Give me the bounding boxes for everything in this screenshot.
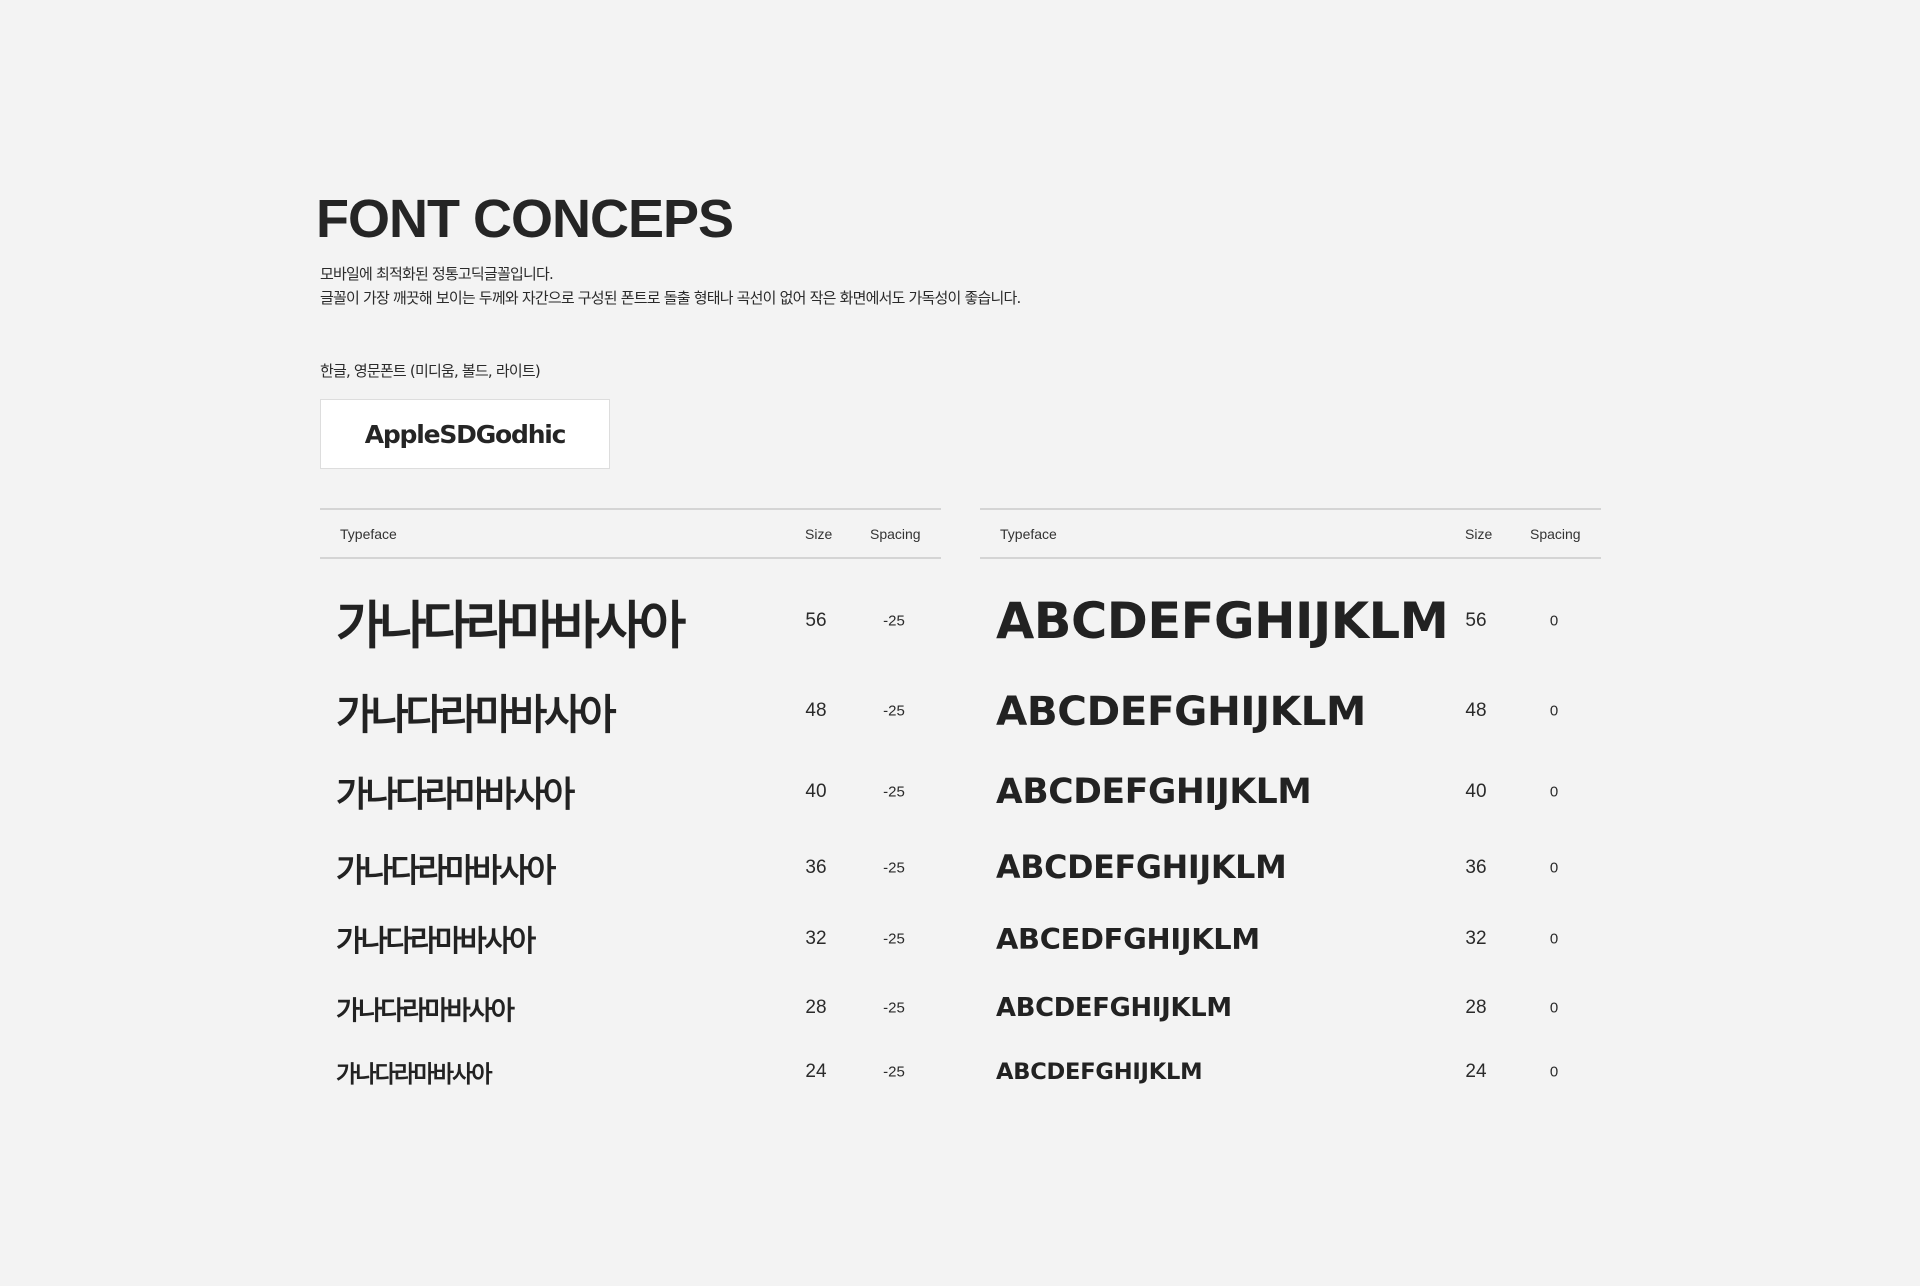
size-value: 28 — [805, 997, 827, 1018]
size-value: 36 — [805, 857, 827, 878]
spacing-value: 0 — [1549, 702, 1559, 720]
size-value: 24 — [805, 1061, 827, 1082]
size-column-header: Size — [1465, 526, 1493, 542]
spacing-value: -25 — [883, 702, 905, 720]
size-value: 40 — [805, 781, 827, 802]
spacing-value: -25 — [883, 999, 905, 1017]
table-header: Typeface Size Spacing — [980, 508, 1601, 559]
size-value: 32 — [805, 928, 827, 949]
size-value: 32 — [1465, 928, 1487, 949]
typeface-sample: ABCDEFGHIJKLM — [996, 850, 1287, 886]
typeface-sample: ABCDEFGHIJKLM — [996, 592, 1449, 650]
spacing-value: 0 — [1549, 783, 1559, 801]
typeface-sample: 가나다라마바사아 — [336, 774, 575, 816]
spacing-value: 0 — [1549, 1063, 1559, 1081]
spacing-value: 0 — [1549, 999, 1559, 1017]
spacing-value: -25 — [883, 859, 905, 877]
description-line: 글꼴이 가장 깨끗해 보이는 두께와 자간으로 구성된 폰트로 돌출 형태나 곡… — [320, 289, 1021, 307]
typeface-sample: ABCEDFGHIJKLM — [996, 922, 1260, 956]
description-line: 모바일에 최적화된 정통고딕글꼴입니다. — [320, 265, 554, 283]
font-name-card: AppleSDGodhic — [320, 399, 610, 469]
spacing-column-header: Spacing — [1530, 526, 1581, 542]
korean-typeface-table: Typeface Size Spacing 가나다라마바사아 56 -25 가나다라마… — [320, 508, 941, 1088]
typeface-sample: 가나다라마바사아 — [336, 924, 536, 958]
page-title: FONT CONCEPS — [316, 189, 734, 249]
size-value: 36 — [1465, 857, 1487, 878]
font-weights-note: 한글, 영문폰트 (미디움, 볼드, 라이트) — [320, 362, 541, 380]
spacing-value: -25 — [883, 783, 905, 801]
size-value: 28 — [1465, 997, 1487, 1018]
typeface-sample: 가나다라마바사아 — [336, 691, 617, 739]
font-name-label: AppleSDGodhic — [364, 419, 567, 449]
spacing-value: -25 — [883, 1063, 905, 1081]
typeface-sample: ABCDEFGHIJKLM — [996, 772, 1312, 812]
typeface-sample: 가나다라마바사아 — [336, 851, 556, 890]
typeface-column-header: Typeface — [1000, 526, 1057, 542]
description: 모바일에 최적화된 정통고딕글꼴입니다. 글꼴이 가장 깨끗해 보이는 두께와 … — [320, 262, 1021, 310]
typeface-sample: ABCDEFGHIJKLM — [996, 687, 1366, 735]
spacing-value: 0 — [1549, 612, 1559, 630]
spacing-value: -25 — [883, 612, 905, 630]
typeface-sample: 가나다라마바사아 — [336, 596, 686, 657]
size-value: 48 — [805, 700, 827, 721]
size-value: 56 — [1465, 610, 1487, 631]
typeface-sample: 가나다라마바사아 — [336, 996, 515, 1027]
spacing-value: 0 — [1549, 859, 1559, 877]
spacing-value: 0 — [1549, 930, 1559, 948]
typeface-sample: 가나다라마바사아 — [336, 1062, 493, 1088]
spacing-column-header: Spacing — [870, 526, 921, 542]
typeface-column-header: Typeface — [340, 526, 397, 542]
size-value: 40 — [1465, 781, 1487, 802]
size-value: 24 — [1465, 1061, 1487, 1082]
english-typeface-table: Typeface Size Spacing ABCDEFGHIJKLM 56 0 AB… — [980, 508, 1601, 1085]
typeface-sample: ABCDEFGHIJKLM — [996, 1059, 1203, 1085]
size-column-header: Size — [805, 526, 833, 542]
size-value: 48 — [1465, 700, 1487, 721]
typeface-sample: ABCDEFGHIJKLM — [996, 993, 1232, 1023]
spacing-value: -25 — [883, 930, 905, 948]
table-header: Typeface Size Spacing — [320, 508, 941, 559]
size-value: 56 — [805, 610, 827, 631]
